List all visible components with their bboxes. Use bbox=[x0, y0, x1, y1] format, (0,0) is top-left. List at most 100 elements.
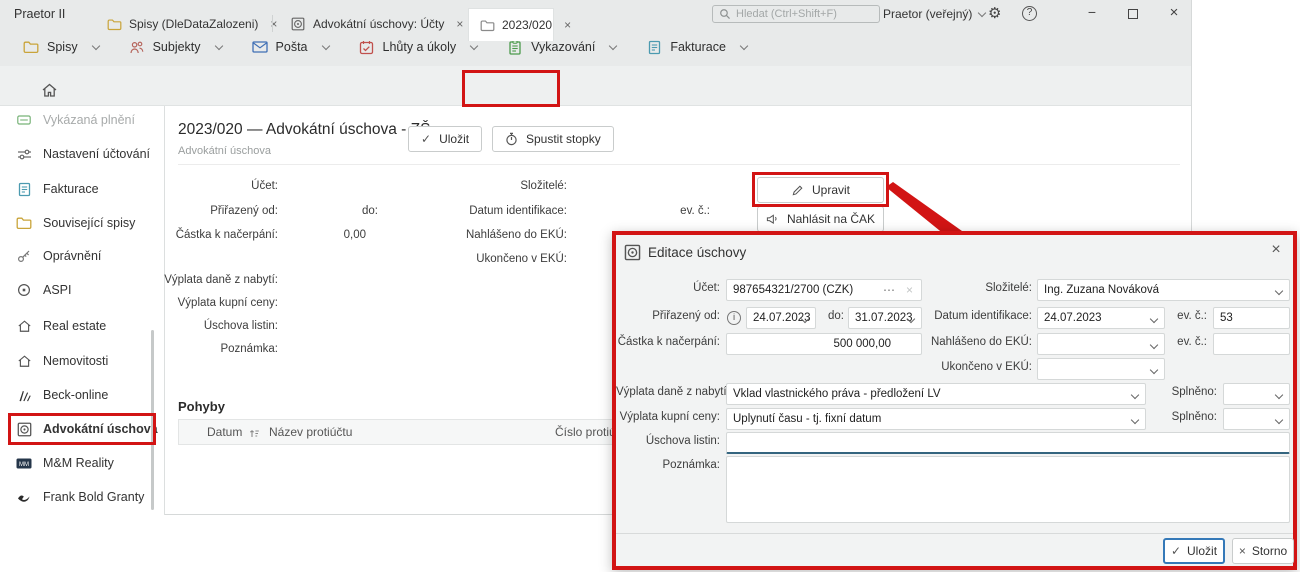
sidebar-item-real-estate[interactable]: Real estate bbox=[0, 315, 160, 337]
datum-identifikace-datepicker[interactable]: 24.07.2023 bbox=[1037, 307, 1165, 329]
ev-c-input[interactable]: 53 bbox=[1213, 307, 1290, 329]
sidebar-item-fakturace[interactable]: Fakturace bbox=[0, 178, 160, 200]
poznamka-textarea[interactable] bbox=[726, 456, 1290, 523]
edit-button-label: Upravit bbox=[812, 183, 850, 197]
nahlaseno-eku-label: Nahlášeno do EKÚ: bbox=[440, 229, 567, 241]
tab-2023-020[interactable]: 2023/020 × bbox=[468, 8, 554, 41]
sidebar-item-opravneni[interactable]: Oprávnění bbox=[0, 245, 160, 267]
vyplata-kupni-label: Výplata kupní ceny: bbox=[162, 297, 278, 309]
ukonceno-eku-select[interactable] bbox=[1037, 358, 1165, 380]
sidebar-item-label: Beck-online bbox=[43, 388, 108, 402]
sidebar-item-frank-bold-granty[interactable]: Frank Bold Granty bbox=[0, 486, 160, 508]
prirazeny-od-datepicker[interactable]: 24.07.2023 bbox=[746, 307, 816, 329]
ev-c-label: ev. č.: bbox=[1160, 310, 1207, 322]
ev-c2-input[interactable] bbox=[1213, 333, 1290, 355]
people-icon bbox=[129, 39, 145, 55]
invoice-icon bbox=[16, 181, 32, 197]
close-tab-icon[interactable]: × bbox=[456, 17, 463, 31]
home-icon bbox=[41, 82, 58, 98]
chevron-down-icon bbox=[470, 42, 478, 50]
chevron-down-icon bbox=[91, 42, 99, 50]
uschova-listin-label: Úschova listin: bbox=[616, 435, 720, 447]
tab-advokatni-uschovy-ucty[interactable]: Advokátní úschovy: Účty × bbox=[280, 8, 458, 40]
close-icon: × bbox=[1170, 4, 1179, 21]
sidebar-item-vykazana-plneni[interactable]: Vykázaná plnění bbox=[0, 109, 160, 131]
sidebar-item-advokatni-uschova[interactable]: Advokátní úschova bbox=[0, 418, 160, 440]
sidebar-item-nemovitosti[interactable]: Nemovitosti bbox=[0, 350, 160, 372]
vyplata-kupni-value: Uplynutí času - tj. fixní datum bbox=[733, 413, 881, 425]
splneno1-select[interactable] bbox=[1223, 383, 1290, 405]
castka-value: 0,00 bbox=[318, 229, 366, 241]
sidebar-item-beck-online[interactable]: Beck-online bbox=[0, 384, 160, 406]
chevron-down-icon bbox=[1131, 391, 1139, 399]
report-cak-button[interactable]: Nahlásit na ČAK bbox=[757, 206, 884, 232]
maximize-button[interactable] bbox=[1128, 9, 1138, 19]
mm-reality-logo: MM bbox=[16, 455, 32, 471]
tab-spisy-dledatazalozeni[interactable]: Spisy (DleDataZalozeni) × bbox=[96, 8, 264, 40]
sidebar-item-label: Související spisy bbox=[43, 216, 135, 230]
folder-icon bbox=[479, 17, 495, 33]
more-options-icon[interactable]: ⋯ bbox=[883, 280, 895, 300]
sidebar: Vykázaná plnění Nastavení účtování Faktu… bbox=[0, 106, 165, 515]
dialog-cancel-label: Storno bbox=[1252, 544, 1287, 558]
splneno2-select[interactable] bbox=[1223, 408, 1290, 430]
nahlaseno-eku-select[interactable] bbox=[1037, 333, 1165, 355]
slozitele-label: Složitelé: bbox=[900, 282, 1032, 294]
slozitele-select[interactable]: Ing. Zuzana Nováková bbox=[1037, 279, 1290, 301]
datum-identifikace-label: Datum identifikace: bbox=[440, 205, 567, 217]
settings-button[interactable]: ⚙ bbox=[988, 4, 1001, 22]
sidebar-item-aspi[interactable]: ASPI bbox=[0, 279, 160, 301]
castka-input[interactable]: 500 000,00 bbox=[726, 333, 922, 355]
ev-c-label: ev. č.: bbox=[668, 205, 710, 217]
menu-fakturace[interactable]: Fakturace bbox=[631, 34, 762, 60]
castka-value: 500 000,00 bbox=[833, 338, 891, 350]
beck-online-icon bbox=[16, 387, 32, 403]
vyplata-kupni-select[interactable]: Uplynutí času - tj. fixní datum bbox=[726, 408, 1146, 430]
save-button[interactable]: ✓ Uložit bbox=[408, 126, 482, 152]
sidebar-item-mm-reality[interactable]: MM M&M Reality bbox=[0, 452, 160, 474]
edit-button[interactable]: Upravit bbox=[757, 177, 884, 203]
search-input[interactable] bbox=[736, 8, 868, 20]
close-tab-icon[interactable]: × bbox=[564, 18, 571, 32]
vyplata-dane-value: Vklad vlastnického práva - předložení LV bbox=[733, 388, 941, 400]
do-label: do: bbox=[822, 310, 844, 322]
uschova-listin-input[interactable] bbox=[726, 432, 1290, 454]
chevron-down-icon bbox=[978, 9, 986, 17]
profile-menu[interactable]: Praetor (veřejný) bbox=[883, 7, 985, 21]
castka-label: Částka k načerpání: bbox=[616, 336, 720, 348]
folder-icon bbox=[106, 16, 122, 32]
sidebar-item-nastaveni-uctovani[interactable]: Nastavení účtování bbox=[0, 143, 160, 165]
ucet-field[interactable]: 987654321/2700 (CZK) ⋯ × bbox=[726, 279, 922, 301]
home-tab[interactable] bbox=[36, 80, 62, 100]
dialog-cancel-button[interactable]: × Storno bbox=[1232, 538, 1294, 564]
ucet-label: Účet: bbox=[162, 180, 278, 192]
dialog-close-button[interactable]: × bbox=[1266, 241, 1286, 259]
datum-identifikace-label: Datum identifikace: bbox=[900, 310, 1032, 322]
column-nazev-protiuctu[interactable]: Název protiúčtu bbox=[269, 425, 352, 439]
sidebar-item-label: M&M Reality bbox=[43, 456, 114, 470]
global-search[interactable] bbox=[712, 5, 880, 23]
sidebar-item-label: Nemovitosti bbox=[43, 354, 108, 368]
calendar-check-icon bbox=[359, 39, 375, 55]
column-datum[interactable]: Datum bbox=[207, 425, 242, 439]
nahlaseno-eku-label: Nahlášeno do EKÚ: bbox=[900, 336, 1032, 348]
chevron-down-icon bbox=[1150, 366, 1158, 374]
start-stopwatch-button[interactable]: Spustit stopky bbox=[492, 126, 614, 152]
sidebar-scrollbar[interactable] bbox=[151, 330, 154, 510]
ucet-label: Účet: bbox=[616, 282, 720, 294]
tab-bar bbox=[0, 66, 1191, 106]
envelope-icon bbox=[252, 39, 268, 55]
poznamka-label: Poznámka: bbox=[616, 459, 720, 471]
sidebar-item-label: ASPI bbox=[43, 283, 72, 297]
folder-icon bbox=[23, 39, 39, 55]
dialog-save-button[interactable]: ✓ Uložit bbox=[1163, 538, 1225, 564]
sidebar-item-souvisejici-spisy[interactable]: Související spisy bbox=[0, 212, 160, 234]
sort-icon[interactable] bbox=[249, 428, 260, 439]
close-window-button[interactable]: × bbox=[1164, 4, 1184, 21]
vyplata-dane-select[interactable]: Vklad vlastnického práva - předložení LV bbox=[726, 383, 1146, 405]
minimize-button[interactable]: − bbox=[1082, 4, 1102, 20]
sidebar-item-label: Advokátní úschova bbox=[43, 422, 158, 436]
do-label: do: bbox=[356, 205, 378, 217]
tab-label: 2023/020 bbox=[502, 18, 552, 32]
help-button[interactable]: ? bbox=[1022, 6, 1037, 21]
